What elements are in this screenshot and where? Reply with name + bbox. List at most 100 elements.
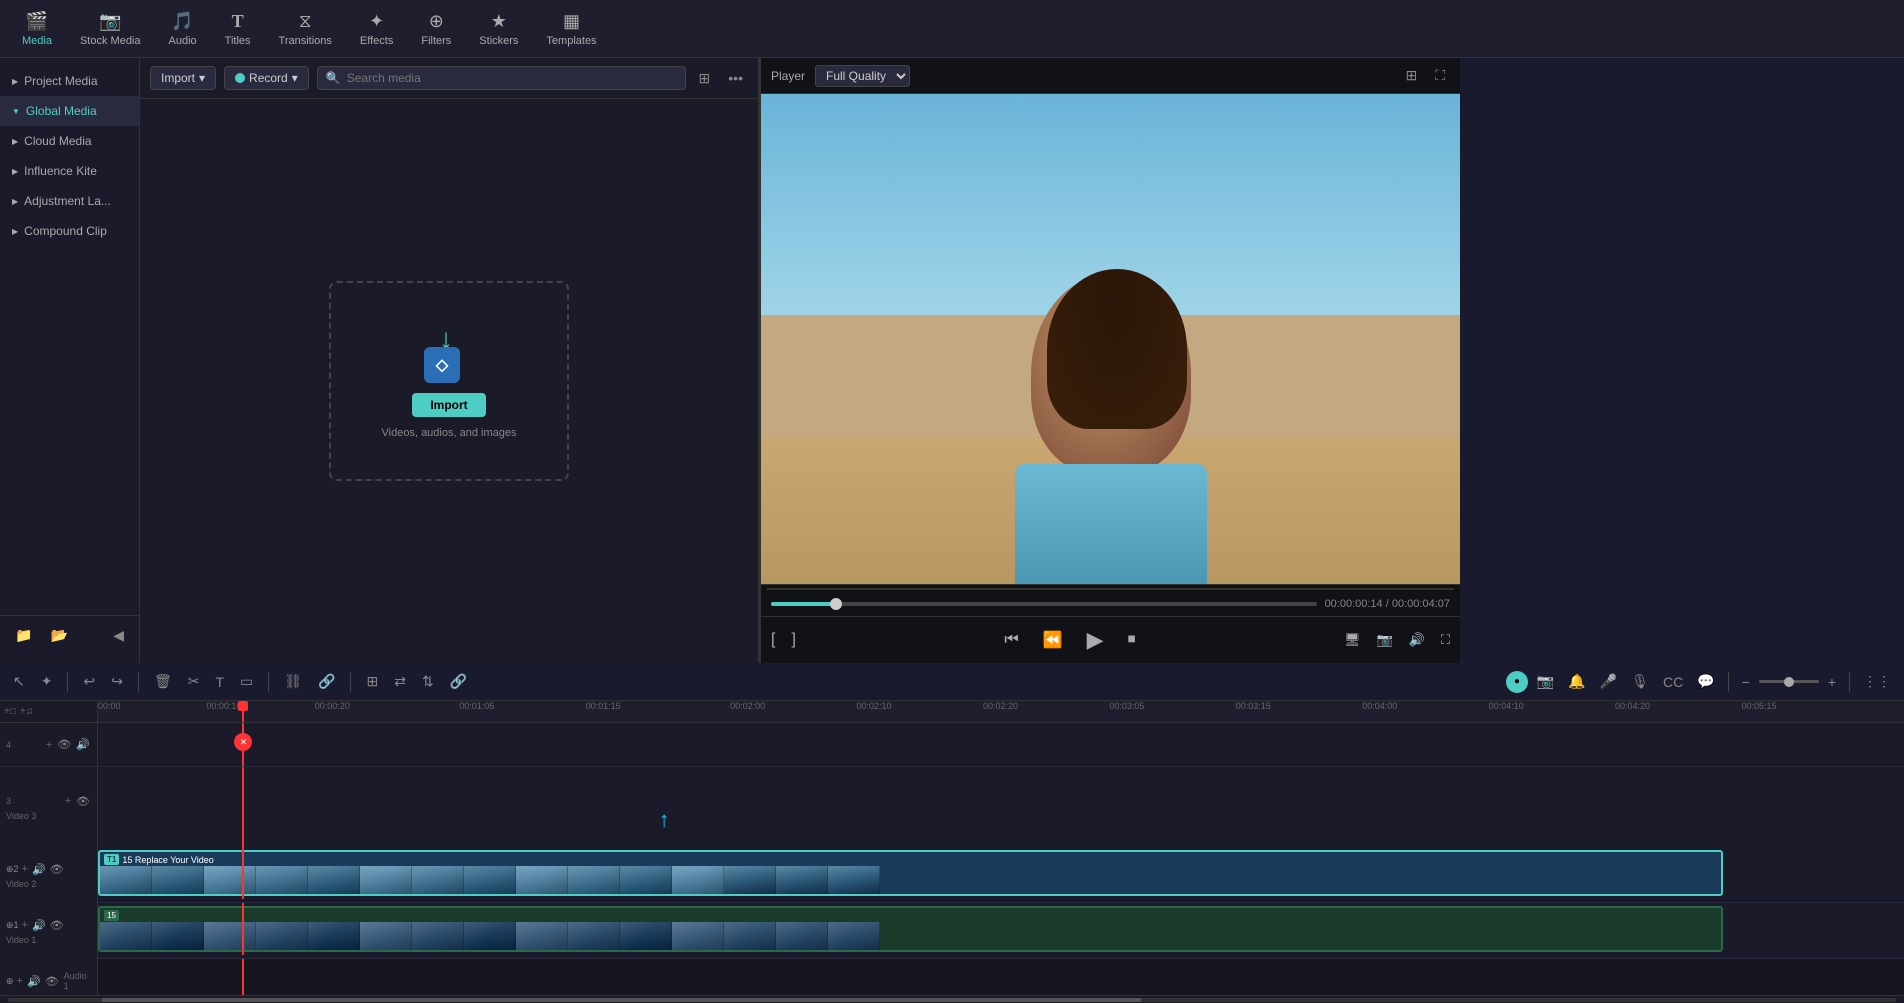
- redo-button[interactable]: ↪: [106, 670, 128, 693]
- fullscreen-expand-button[interactable]: ⛶: [1437, 628, 1454, 652]
- subtitle-button[interactable]: 💬: [1692, 670, 1719, 693]
- toolbar-filters[interactable]: ⊕ Filters: [407, 0, 465, 57]
- track-2-eye-button[interactable]: 👁: [49, 862, 65, 877]
- track-video-2-content[interactable]: T1 15 Replace Your Video: [98, 847, 1904, 899]
- toolbar-stock[interactable]: 📷 Stock Media: [66, 0, 155, 57]
- adjust-button[interactable]: ⊞: [361, 670, 383, 693]
- import-button[interactable]: Import ▾: [150, 66, 216, 90]
- cursor-tool-button[interactable]: ↖: [8, 670, 30, 693]
- toolbar-templates[interactable]: ▦ Templates: [532, 0, 610, 57]
- add-audio-track-button[interactable]: +♫: [20, 706, 33, 717]
- audio-1-volume-button[interactable]: 🔊: [26, 974, 42, 989]
- quality-select[interactable]: Full Quality 1/2 Quality 1/4 Quality: [815, 65, 910, 87]
- more-options-button[interactable]: •••: [723, 67, 748, 89]
- scrollbar-thumb[interactable]: [102, 998, 1140, 1002]
- toolbar-audio[interactable]: 🎵 Audio: [155, 0, 211, 57]
- mic-button[interactable]: 🎤: [1595, 670, 1622, 693]
- toolbar-stickers[interactable]: ★ Stickers: [465, 0, 532, 57]
- audio-record-button[interactable]: ●: [1506, 671, 1528, 693]
- zoom-slider[interactable]: [1759, 680, 1819, 683]
- play-button[interactable]: ▶: [1083, 623, 1108, 657]
- stop-button[interactable]: ⏹: [1124, 627, 1140, 653]
- ruler-spacer: +□ +♫: [0, 701, 98, 722]
- track-4-audio-button[interactable]: 🔊: [75, 737, 91, 752]
- flip-v-button[interactable]: ⇅: [417, 670, 439, 693]
- sidebar: ▶ Project Media ▼ Global Media ▶ Cloud M…: [0, 58, 140, 663]
- magic-tool-button[interactable]: ✦: [36, 670, 58, 693]
- track-4-add-button[interactable]: +: [45, 738, 53, 752]
- toolbar-transitions[interactable]: ⧖ Transitions: [265, 0, 346, 57]
- scrollbar-track[interactable]: [8, 998, 1896, 1002]
- toolbar-titles[interactable]: T Titles: [211, 0, 265, 57]
- more-timeline-options-button[interactable]: ⋮⋮: [1858, 670, 1896, 693]
- clip-video-1[interactable]: 15: [98, 906, 1723, 952]
- bell-button[interactable]: 🔔: [1563, 670, 1590, 693]
- track-4-eye-button[interactable]: 👁: [56, 737, 72, 752]
- track-video-1-content[interactable]: 15: [98, 903, 1904, 955]
- add-folder-button[interactable]: 📁: [10, 624, 37, 647]
- track-1-add-button[interactable]: +: [21, 918, 29, 932]
- progress-thumb[interactable]: [830, 598, 842, 610]
- import-folder-button[interactable]: 📂: [45, 624, 72, 647]
- sidebar-item-global-media[interactable]: ▼ Global Media: [0, 96, 139, 126]
- zoom-thumb[interactable]: [1784, 677, 1794, 687]
- track-1-eye-button[interactable]: 👁: [49, 918, 65, 933]
- track-2-audio-toggle[interactable]: 🔊: [31, 862, 47, 877]
- delete-button[interactable]: 🗑: [149, 670, 177, 693]
- fullscreen-button[interactable]: ⛶: [1430, 64, 1450, 87]
- track-3-eye-button[interactable]: 👁: [75, 794, 91, 809]
- add-video-track-button[interactable]: +□: [4, 706, 16, 717]
- filter-options-button[interactable]: ⊞: [694, 67, 716, 90]
- toolbar-effects[interactable]: ✦ Effects: [346, 0, 407, 57]
- progress-bar[interactable]: [771, 602, 1317, 606]
- sidebar-item-influence-kit[interactable]: ▶ Influence Kite: [0, 156, 139, 186]
- import-drop-zone[interactable]: ↓ ◇ Import Videos, audios, and images: [329, 281, 569, 481]
- toolbar-stickers-label: Stickers: [479, 35, 518, 47]
- toolbar-media[interactable]: 🎬 Media: [8, 0, 66, 57]
- timeline-scrollbar[interactable]: [0, 995, 1904, 1003]
- sidebar-item-cloud-media[interactable]: ▶ Cloud Media: [0, 126, 139, 156]
- import-green-button[interactable]: Import: [412, 393, 485, 417]
- camera-button[interactable]: 📷: [1532, 670, 1559, 693]
- undo-button[interactable]: ↩: [78, 670, 100, 693]
- track-1-audio-toggle[interactable]: 🔊: [31, 918, 47, 933]
- clip-2-label: T1 15 Replace Your Video: [104, 854, 214, 865]
- sidebar-item-compound-clip[interactable]: ▶ Compound Clip: [0, 216, 139, 246]
- sidebar-item-adjustment[interactable]: ▶ Adjustment La...: [0, 186, 139, 216]
- zoom-in-button[interactable]: +: [1823, 671, 1841, 693]
- snapshot-button[interactable]: 📷: [1373, 628, 1397, 652]
- audio-1-add-button[interactable]: +: [16, 974, 24, 988]
- bracket-left-button[interactable]: [: [767, 627, 779, 653]
- sidebar-item-project-media[interactable]: ▶ Project Media: [0, 66, 139, 96]
- bracket-right-button[interactable]: ]: [787, 627, 799, 653]
- player-controls-right: 🖥 📷 🔊 ⛶: [1340, 628, 1454, 652]
- pip-button[interactable]: ⊞: [1400, 64, 1422, 87]
- search-input[interactable]: [347, 71, 677, 85]
- voice-button[interactable]: 🎙: [1626, 670, 1654, 693]
- rect-button[interactable]: ▭: [235, 670, 258, 693]
- record-button[interactable]: Record ▾: [224, 66, 309, 90]
- link2-button[interactable]: 🔗: [445, 670, 472, 693]
- track-2-add-button[interactable]: +: [21, 862, 29, 876]
- frame-back-button[interactable]: ⏪: [1039, 626, 1067, 654]
- audio-1-eye-button[interactable]: 👁: [44, 974, 60, 989]
- flip-h-button[interactable]: ⇄: [389, 670, 411, 693]
- text-button[interactable]: T: [210, 671, 229, 693]
- export-frame-button[interactable]: 🖥: [1340, 628, 1365, 652]
- zoom-out-button[interactable]: −: [1737, 671, 1755, 693]
- thumb-2-10: [568, 866, 620, 894]
- caption-button[interactable]: CC: [1658, 671, 1688, 693]
- track-3-add-button[interactable]: +: [64, 794, 72, 808]
- link-button[interactable]: ⛓: [279, 670, 307, 693]
- collapse-sidebar-button[interactable]: ◀: [108, 624, 129, 647]
- toolbar-stock-label: Stock Media: [80, 35, 141, 47]
- clip-video-2[interactable]: T1 15 Replace Your Video: [98, 850, 1723, 896]
- thumb-1-3: [204, 922, 256, 950]
- ruler-mark-7: 00:02:20: [983, 701, 1018, 711]
- chain-button[interactable]: 🔗: [313, 670, 340, 693]
- ruler-mark-13: 00:05:15: [1741, 701, 1776, 711]
- search-bar[interactable]: 🔍: [317, 66, 686, 90]
- cut-button[interactable]: ✂: [183, 670, 205, 693]
- volume-button[interactable]: 🔊: [1405, 628, 1429, 652]
- step-back-button[interactable]: ⏮: [1000, 627, 1022, 653]
